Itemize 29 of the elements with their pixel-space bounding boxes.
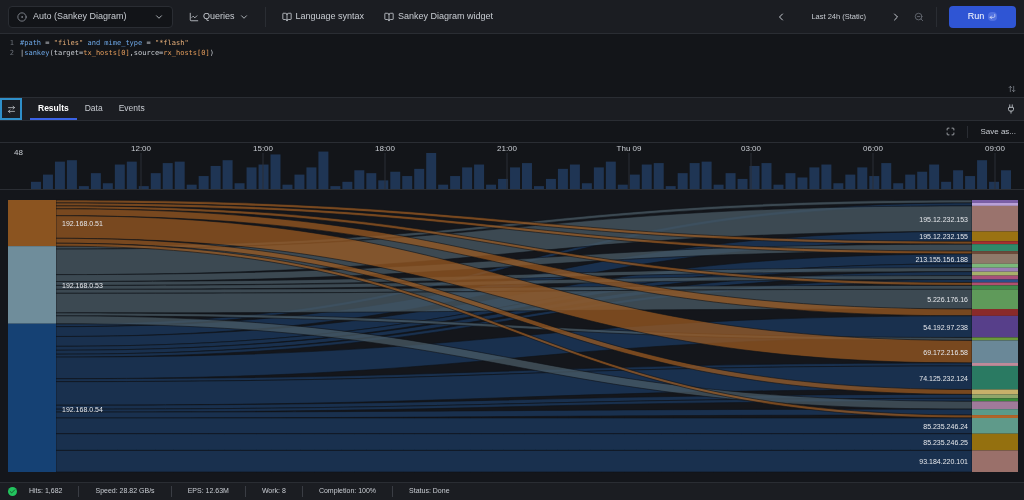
time-tick: 21:00 [497,144,517,153]
enter-icon [988,12,998,21]
book-icon [384,11,395,22]
time-tick: 09:00 [985,144,1005,153]
resize-icon[interactable] [1008,85,1016,93]
doc-link[interactable]: Sankey Diagram widget [380,9,498,24]
mode-select[interactable]: Auto (Sankey Diagram) [8,5,173,28]
time-tick: 06:00 [863,144,883,153]
time-tick: Thu 09 [616,144,642,153]
queries-button[interactable]: Queries [185,9,253,24]
time-tick: 03:00 [741,144,761,153]
doc-link[interactable]: Language syntax [277,9,369,24]
book-icon [281,11,292,22]
plug-icon[interactable] [1006,104,1016,114]
time-tick: 15:00 [253,144,273,153]
axis-label: 48 [14,148,23,157]
fit-icon[interactable] [946,127,956,136]
tab[interactable]: Events [110,98,153,120]
tab[interactable]: Results [30,98,77,120]
panel-icon [6,104,16,114]
panel-toggle[interactable] [0,98,22,120]
time-tick: 18:00 [375,144,395,153]
tab[interactable]: Data [76,98,111,120]
time-tick: 12:00 [131,144,151,153]
chart-icon [189,11,199,22]
zoom-out-icon[interactable] [914,11,924,22]
auto-icon [17,11,27,22]
run-button[interactable]: Run [949,5,1016,28]
save-as-button[interactable]: Save as... [980,125,1016,138]
